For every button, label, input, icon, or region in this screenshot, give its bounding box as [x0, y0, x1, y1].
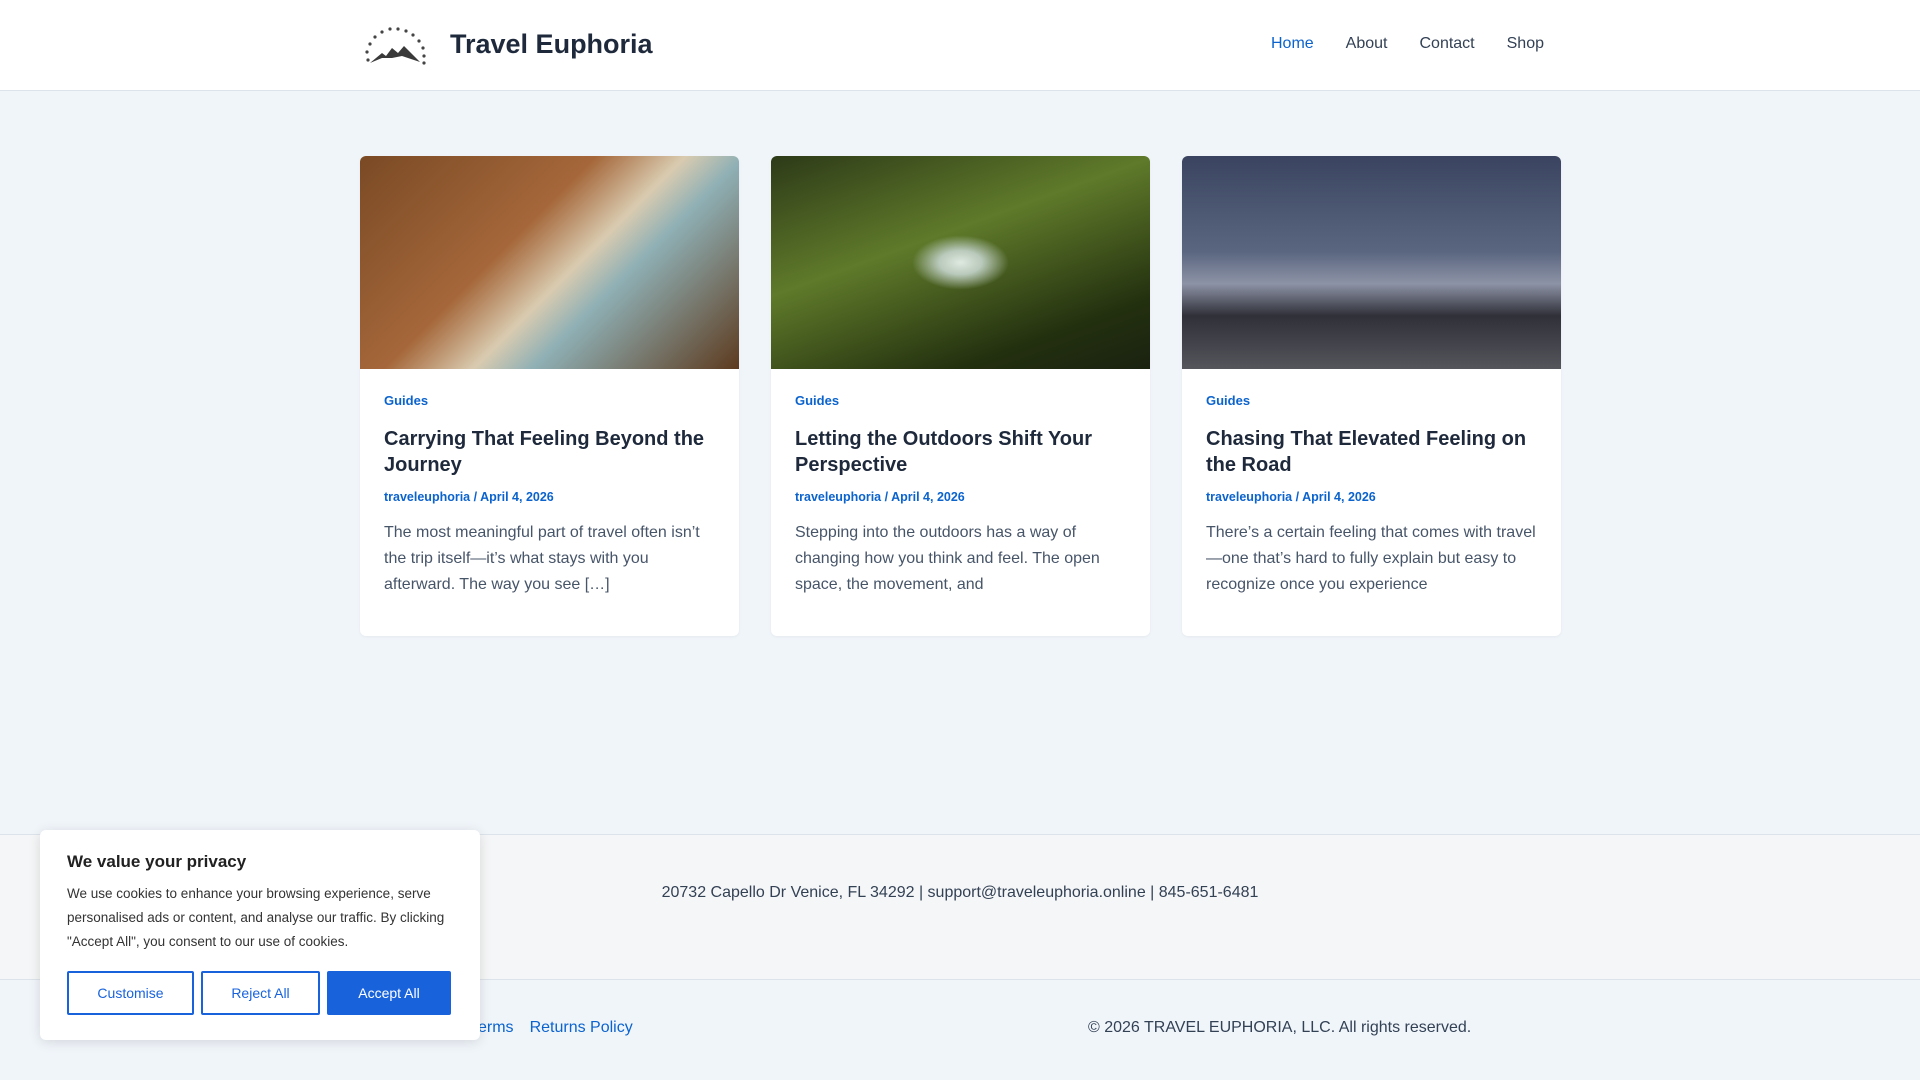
post-excerpt: Stepping into the outdoors has a way of …: [795, 524, 1100, 593]
post-meta: traveleuphoria / April 4, 2026: [384, 490, 554, 504]
post-image-waterfall[interactable]: [771, 156, 1150, 369]
site-title[interactable]: Travel Euphoria: [450, 29, 653, 60]
post-date[interactable]: April 4, 2026: [891, 490, 965, 504]
post-date[interactable]: April 4, 2026: [1302, 490, 1376, 504]
cookie-title: We value your privacy: [67, 852, 247, 871]
post-card: Guides Chasing That Elevated Feeling on …: [1182, 156, 1561, 636]
nav-shop[interactable]: Shop: [1507, 35, 1544, 53]
post-card: Guides Carrying That Feeling Beyond the …: [360, 156, 739, 636]
post-card: Guides Letting the Outdoors Shift Your P…: [771, 156, 1150, 636]
reject-all-button[interactable]: Reject All: [201, 971, 320, 1015]
post-excerpt: There’s a certain feeling that comes wit…: [1206, 524, 1536, 593]
main-nav: Home About Contact Shop: [1271, 35, 1544, 53]
post-author[interactable]: traveleuphoria: [795, 490, 881, 504]
footer-links: Terms Returns Policy: [470, 1019, 633, 1037]
accept-all-button[interactable]: Accept All: [327, 971, 451, 1015]
post-author[interactable]: traveleuphoria: [1206, 490, 1292, 504]
post-meta: traveleuphoria / April 4, 2026: [1206, 490, 1376, 504]
post-category[interactable]: Guides: [1206, 393, 1537, 408]
post-excerpt: The most meaningful part of travel often…: [384, 524, 700, 593]
footer-copyright: © 2026 TRAVEL EUPHORIA, LLC. All rights …: [1088, 1019, 1472, 1036]
post-author[interactable]: traveleuphoria: [384, 490, 470, 504]
post-title[interactable]: Letting the Outdoors Shift Your Perspect…: [795, 426, 1126, 478]
post-date[interactable]: April 4, 2026: [480, 490, 554, 504]
mountain-logo-icon[interactable]: [362, 20, 430, 70]
post-title[interactable]: Chasing That Elevated Feeling on the Roa…: [1206, 426, 1537, 478]
post-list: Guides Carrying That Feeling Beyond the …: [360, 156, 1561, 636]
nav-contact[interactable]: Contact: [1419, 35, 1474, 53]
post-category[interactable]: Guides: [384, 393, 715, 408]
cookie-text: We use cookies to enhance your browsing …: [67, 886, 445, 949]
site-header: Travel Euphoria Home About Contact Shop: [0, 0, 1920, 91]
post-meta: traveleuphoria / April 4, 2026: [795, 490, 965, 504]
post-title[interactable]: Carrying That Feeling Beyond the Journey: [384, 426, 715, 478]
cookie-banner: We value your privacy We use cookies to …: [40, 830, 480, 1040]
post-category[interactable]: Guides: [795, 393, 1126, 408]
footer-link-returns[interactable]: Returns Policy: [530, 1019, 633, 1037]
post-image-map[interactable]: [360, 156, 739, 369]
nav-about[interactable]: About: [1346, 35, 1388, 53]
post-image-truck[interactable]: [1182, 156, 1561, 369]
nav-home[interactable]: Home: [1271, 35, 1314, 53]
customise-button[interactable]: Customise: [67, 971, 194, 1015]
